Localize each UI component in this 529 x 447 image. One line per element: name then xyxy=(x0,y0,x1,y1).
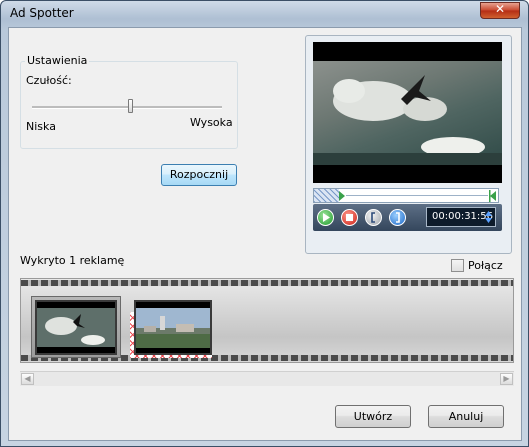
list-item[interactable] xyxy=(134,300,212,355)
play-icon[interactable] xyxy=(317,209,334,226)
create-button[interactable]: Utwórz xyxy=(335,405,411,428)
window-title: Ad Spotter xyxy=(10,6,74,20)
low-label: Niska xyxy=(26,120,56,133)
settings-group-title: Ustawienia xyxy=(25,54,90,67)
player-controls: 00:00:31:56 xyxy=(313,204,502,231)
merge-label[interactable]: Połącz xyxy=(468,259,503,272)
time-spinner-icon[interactable] xyxy=(484,210,493,224)
stop-icon[interactable] xyxy=(341,209,358,226)
timeline-start-marker-icon[interactable] xyxy=(338,190,346,202)
start-button[interactable]: Rozpocznij xyxy=(161,164,237,186)
sensitivity-slider-track[interactable] xyxy=(32,106,222,109)
close-button[interactable]: ✕ xyxy=(480,2,520,19)
merge-checkbox[interactable] xyxy=(451,259,464,272)
sensitivity-label: Czułość: xyxy=(26,74,72,87)
detected-count-label: Wykryto 1 reklamę xyxy=(20,254,125,267)
video-screen xyxy=(313,42,502,183)
time-display[interactable]: 00:00:31:56 xyxy=(426,207,496,227)
cancel-button[interactable]: Anuluj xyxy=(428,405,504,428)
close-icon: ✕ xyxy=(494,2,506,16)
high-label: Wysoka xyxy=(190,116,233,129)
scroll-left-icon[interactable]: ◀ xyxy=(21,373,34,385)
sensitivity-slider-thumb[interactable] xyxy=(128,99,134,113)
settings-group: Ustawienia Czułość: Niska Wysoka xyxy=(20,54,238,149)
title-bar: Ad Spotter ✕ xyxy=(1,1,528,27)
timeline-end-marker-icon[interactable] xyxy=(489,190,497,202)
filmstrip-perforation-top xyxy=(21,280,513,286)
dialog-client: Ustawienia Czułość: Niska Wysoka Rozpocz… xyxy=(8,27,522,441)
video-timeline[interactable] xyxy=(313,188,499,203)
video-player: 00:00:31:56 xyxy=(305,35,512,254)
ad-spotter-window: Ad Spotter ✕ Ustawienia Czułość: Niska W… xyxy=(0,0,529,447)
mark-in-icon[interactable] xyxy=(365,209,382,226)
timeline-selection xyxy=(314,189,339,202)
mark-out-icon[interactable] xyxy=(389,209,406,226)
filmstrip-scrollbar[interactable]: ◀ ▶ xyxy=(20,371,514,386)
filmstrip xyxy=(20,278,514,363)
scroll-right-icon[interactable]: ▶ xyxy=(500,373,513,385)
video-frame xyxy=(313,61,502,165)
list-item[interactable] xyxy=(35,300,117,355)
